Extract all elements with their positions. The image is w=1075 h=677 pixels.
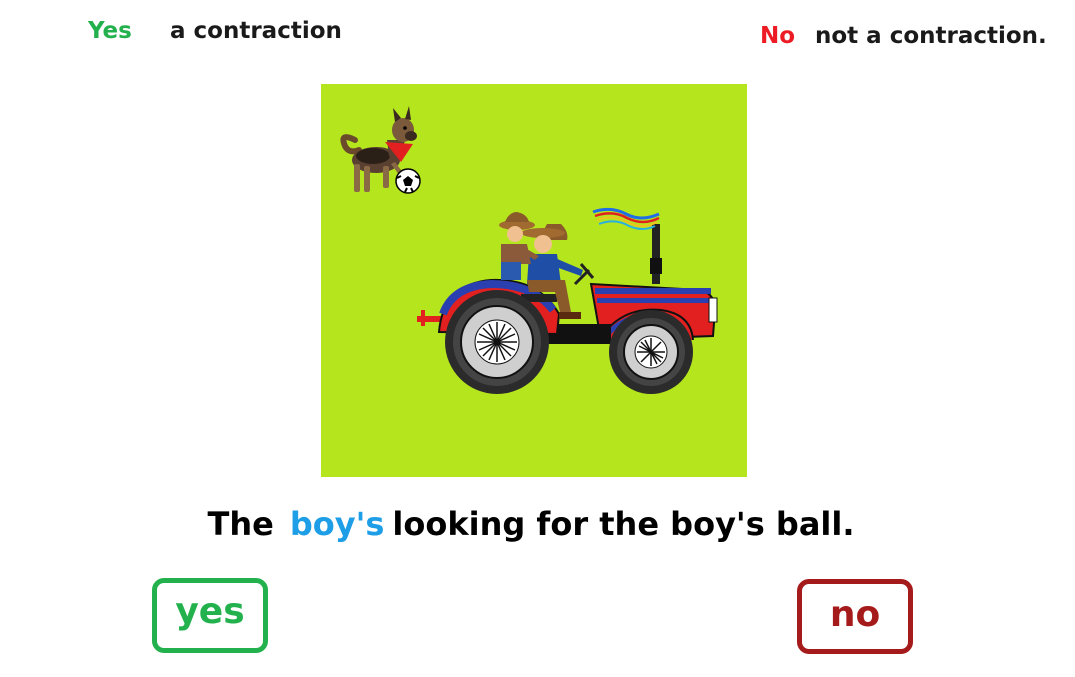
highlighted-word: boy's <box>289 505 385 543</box>
sentence: The boy's looking for the boy's ball. <box>0 505 1062 543</box>
legend-no-label: No <box>760 23 796 49</box>
legend-no-description: not a contraction. <box>815 23 1047 49</box>
yes-button[interactable]: yes <box>152 578 268 653</box>
sentence-end: looking for the boy's ball. <box>392 505 855 543</box>
legend-yes-description: a contraction <box>170 18 342 44</box>
scene-illustration <box>321 84 747 477</box>
legend-yes-label: Yes <box>88 18 132 44</box>
sentence-start: The <box>207 505 274 543</box>
soccer-ball-icon <box>395 168 421 194</box>
no-button[interactable]: no <box>797 579 913 654</box>
